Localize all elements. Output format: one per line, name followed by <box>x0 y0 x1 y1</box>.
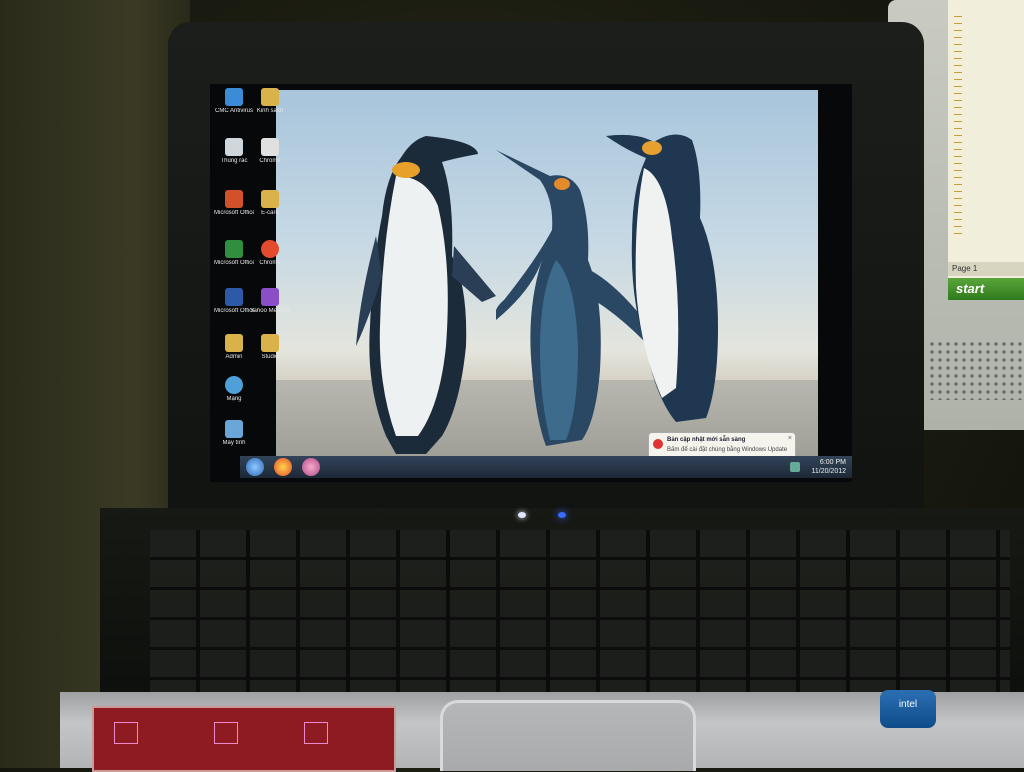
sticker-icon <box>214 722 238 744</box>
desktop-icon-grid: CMC Antivirus Kinh sach Thùng rác Chrome… <box>214 84 294 454</box>
desktop-icon-network[interactable]: Mạng <box>214 376 254 422</box>
messenger-icon <box>261 288 279 306</box>
windows-start-icon[interactable] <box>246 458 264 476</box>
desktop-icon-e-card[interactable]: E-card <box>250 190 290 236</box>
desktop-icon-admin[interactable]: Admin <box>214 334 254 380</box>
recycle-bin-icon <box>225 138 243 156</box>
desktop-icon-recycle-bin[interactable]: Thùng rác <box>214 138 254 184</box>
wifi-led <box>558 512 566 518</box>
alert-icon <box>653 439 663 449</box>
folder-icon <box>261 190 279 208</box>
folder-icon <box>225 334 243 352</box>
close-icon[interactable]: × <box>788 435 792 442</box>
notification-body: Bấm để cài đặt chúng bằng Windows Update <box>667 447 788 453</box>
folder-icon <box>261 88 279 106</box>
external-monitor-screen: Page 1 start <box>948 0 1024 300</box>
antivirus-icon <box>225 88 243 106</box>
network-tray-icon[interactable] <box>790 462 800 472</box>
desktop-icon-messenger[interactable]: Yahoo Messenger <box>250 288 290 334</box>
computer-icon <box>225 420 243 438</box>
penguins-wallpaper <box>276 90 818 462</box>
excel-icon <box>225 240 243 258</box>
desktop-icon-antivirus[interactable]: CMC Antivirus <box>214 88 254 134</box>
desktop-icon-studio[interactable]: Studio <box>250 334 290 380</box>
speaker-grille <box>928 340 1024 400</box>
desktop-icon-chrome[interactable]: Chrome <box>250 240 290 286</box>
notification-title: Bản cập nhật mới sẵn sàng <box>667 437 746 443</box>
folder-icon <box>261 334 279 352</box>
taskbar: 6:00 PM 11/20/2012 <box>240 456 852 478</box>
sticker-icon <box>304 722 328 744</box>
desktop-icon-document[interactable]: Chrome <box>250 138 290 184</box>
media-icon[interactable] <box>302 458 320 476</box>
touchpad[interactable] <box>440 700 696 771</box>
word-icon <box>225 288 243 306</box>
laptop-screen: CMC Antivirus Kinh sach Thùng rác Chrome… <box>210 84 852 482</box>
chrome-icon <box>261 240 279 258</box>
desktop-icon-excel[interactable]: Microsoft Office Ex... <box>214 240 254 286</box>
word-status-bar: Page 1 <box>948 262 1024 276</box>
document-icon <box>261 138 279 156</box>
penguin-right <box>606 134 718 422</box>
chrome-icon[interactable] <box>274 458 292 476</box>
keyboard <box>150 530 1010 692</box>
start-button[interactable]: start <box>948 278 1024 300</box>
intel-sticker: intel <box>880 690 936 728</box>
desktop-icon-kinh-sach[interactable]: Kinh sach <box>250 88 290 134</box>
network-icon <box>225 376 243 394</box>
penguin-left <box>356 136 496 454</box>
desktop-icon-word[interactable]: Microsoft Office Wo... <box>214 288 254 334</box>
powerpoint-icon <box>225 190 243 208</box>
power-led <box>518 512 526 518</box>
taskbar-clock[interactable]: 6:00 PM 11/20/2012 <box>811 458 846 476</box>
document-ruler <box>954 10 962 240</box>
spec-sticker <box>92 706 396 772</box>
sticker-icon <box>114 722 138 744</box>
desktop-icon-powerpoint[interactable]: Microsoft Office Po... <box>214 190 254 236</box>
